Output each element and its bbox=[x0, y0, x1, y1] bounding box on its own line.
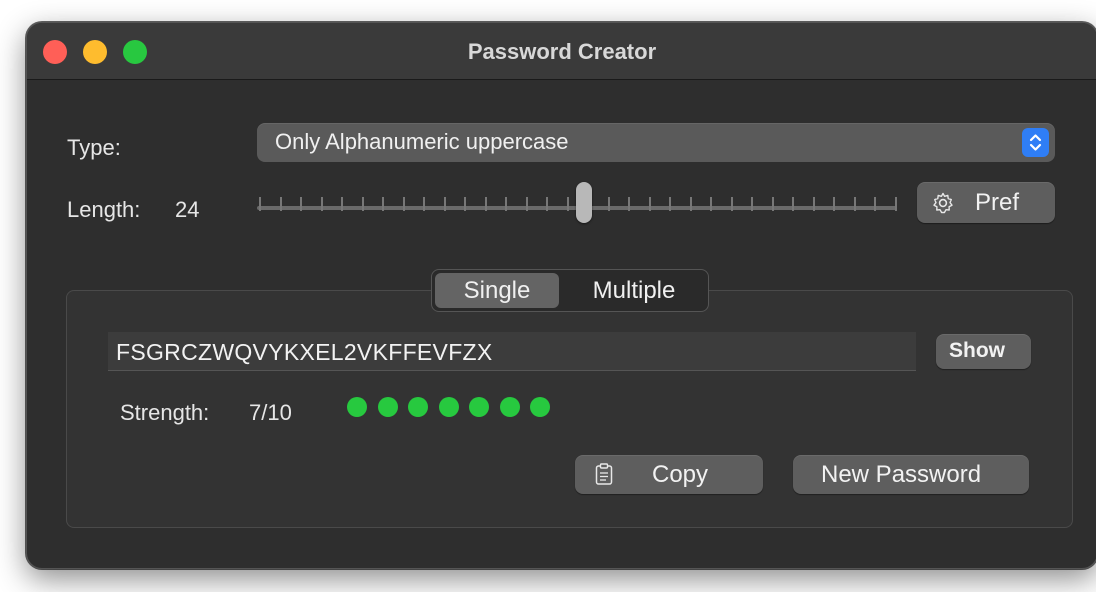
new-password-button-label: New Password bbox=[821, 461, 982, 488]
tab-single[interactable]: Single bbox=[435, 273, 559, 308]
copy-button[interactable]: Copy bbox=[575, 455, 763, 494]
slider-tick bbox=[812, 197, 815, 211]
strength-dot bbox=[499, 397, 520, 417]
length-slider-knob[interactable] bbox=[576, 182, 592, 223]
slider-tick bbox=[566, 197, 569, 211]
gear-icon bbox=[931, 191, 955, 220]
slider-tick bbox=[443, 197, 446, 211]
slider-tick bbox=[853, 197, 856, 211]
strength-value: 7/10 bbox=[249, 400, 292, 425]
slider-tick bbox=[505, 197, 508, 211]
slider-tick bbox=[874, 197, 877, 211]
password-field[interactable]: FSGRCZWQVYKXEL2VKFFEVFZX bbox=[108, 332, 916, 371]
slider-tick bbox=[382, 197, 385, 211]
window-title: Password Creator bbox=[467, 39, 657, 64]
slider-tick bbox=[546, 197, 549, 211]
strength-dot bbox=[408, 397, 428, 417]
strength-dot bbox=[347, 397, 367, 417]
tab-multiple[interactable]: Multiple bbox=[560, 270, 708, 311]
length-value: 24 bbox=[175, 197, 200, 222]
slider-tick bbox=[771, 197, 774, 211]
slider-tick bbox=[607, 197, 610, 211]
pref-button-label: Pref bbox=[975, 189, 1020, 216]
slider-tick bbox=[525, 197, 528, 211]
type-selected-value: Only Alphanumeric uppercase bbox=[275, 129, 569, 154]
password-creator-window: Password Creator Type: Only Alphanumeric… bbox=[26, 22, 1096, 569]
slider-tick bbox=[730, 197, 733, 211]
slider-tick bbox=[300, 197, 303, 211]
show-button-label: Show bbox=[949, 339, 1005, 362]
mode-segmented-control[interactable]: Single Multiple bbox=[431, 269, 709, 312]
strength-dot bbox=[469, 397, 489, 417]
slider-tick bbox=[895, 197, 897, 211]
title-bar: Password Creator bbox=[27, 23, 1096, 80]
slider-tick bbox=[402, 197, 405, 211]
slider-tick bbox=[833, 197, 836, 211]
pref-button[interactable]: Pref bbox=[917, 182, 1055, 223]
show-button[interactable]: Show bbox=[936, 334, 1031, 369]
slider-tick bbox=[464, 197, 467, 211]
clipboard-icon bbox=[595, 463, 613, 490]
slider-tick bbox=[710, 197, 713, 211]
slider-tick bbox=[751, 197, 754, 211]
slider-tick bbox=[259, 197, 261, 211]
slider-tick bbox=[628, 197, 631, 211]
strength-dot bbox=[438, 397, 459, 417]
chevron-updown-icon bbox=[1022, 128, 1049, 157]
slider-tick bbox=[792, 197, 795, 211]
strength-dot bbox=[530, 397, 550, 417]
slider-tick bbox=[689, 197, 692, 211]
type-popup-button[interactable]: Only Alphanumeric uppercase bbox=[257, 123, 1055, 162]
length-label: Length: bbox=[67, 197, 141, 222]
password-value: FSGRCZWQVYKXEL2VKFFEVFZX bbox=[116, 339, 493, 365]
strength-dot bbox=[377, 397, 398, 417]
slider-tick bbox=[341, 197, 344, 211]
slider-tick bbox=[320, 197, 323, 211]
slider-tick bbox=[361, 197, 364, 211]
slider-tick bbox=[669, 197, 672, 211]
slider-tick bbox=[484, 197, 487, 211]
copy-button-label: Copy bbox=[652, 461, 709, 488]
slider-tick bbox=[423, 197, 426, 211]
type-label: Type: bbox=[67, 135, 121, 160]
slider-tick bbox=[279, 197, 282, 211]
slider-tick bbox=[648, 197, 651, 211]
new-password-button[interactable]: New Password bbox=[793, 455, 1029, 494]
strength-label: Strength: bbox=[120, 400, 210, 425]
